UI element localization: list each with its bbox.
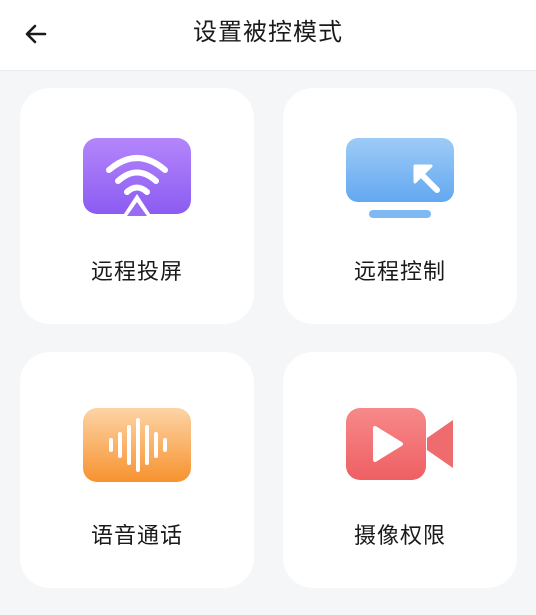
- voice-wave-icon: [83, 408, 191, 482]
- camera-permission-label: 摄像权限: [353, 524, 446, 549]
- voice-call-label: 语音通话: [90, 524, 183, 549]
- top-bar: 设置被控模式: [0, 0, 536, 71]
- voice-call-card[interactable]: 语音通话: [20, 352, 254, 588]
- video-camera-icon: [346, 408, 453, 480]
- screen-cast-icon: [83, 138, 191, 220]
- page-title: 设置被控模式: [193, 18, 343, 46]
- screen-cast-card[interactable]: 远程投屏: [20, 88, 254, 324]
- remote-control-label: 远程控制: [353, 260, 446, 285]
- remote-control-card[interactable]: 远程控制: [283, 88, 517, 324]
- remote-control-icon: [346, 138, 454, 218]
- camera-permission-card[interactable]: 摄像权限: [283, 352, 517, 588]
- screen-cast-label: 远程投屏: [90, 260, 183, 285]
